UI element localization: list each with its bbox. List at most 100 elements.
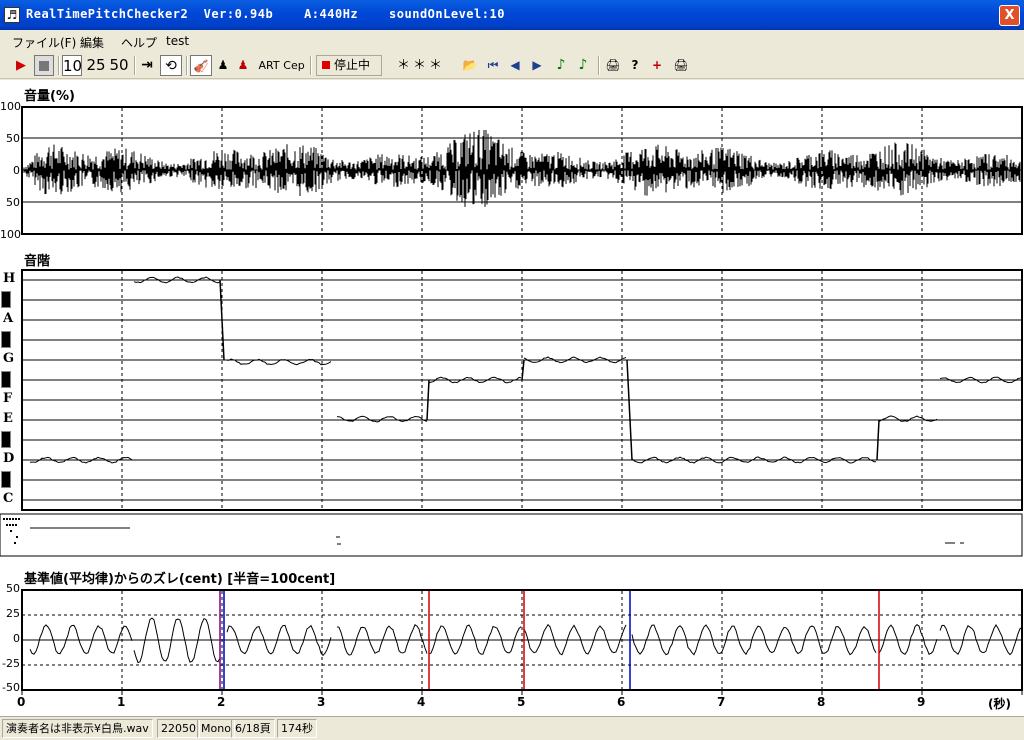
indicator-dot xyxy=(15,518,17,520)
x-tick-label: 8 xyxy=(817,695,826,709)
marker-icon[interactable]: + xyxy=(648,55,666,76)
volume-ylabel: 0 xyxy=(13,164,20,177)
cent-ylabel: 50 xyxy=(6,582,20,595)
indicator-dot xyxy=(12,518,14,520)
app-logo-icon: ♬ xyxy=(4,7,20,23)
note-label: D xyxy=(3,451,15,466)
note-alt-icon[interactable]: ♪ xyxy=(574,55,592,76)
x-tick-label: 0 xyxy=(17,695,26,709)
volume-ylabel: 100 xyxy=(0,228,21,241)
status-samplerate: 22050 xyxy=(157,719,200,738)
toolbar-separator xyxy=(58,56,60,75)
title-bar: ♬ RealTimePitchChecker2 Ver:0.94b A:440H… xyxy=(0,0,1024,30)
note-label: F xyxy=(3,391,13,406)
x-tick-label: 9 xyxy=(917,695,926,709)
art-button[interactable]: ART xyxy=(258,55,280,76)
zoom-50-button[interactable]: 50 xyxy=(108,55,130,76)
status-bar: 演奏者名は非表示¥白鳥.wav 22050 Mono 6/18頁 174秒 xyxy=(0,716,1024,740)
step-forward-icon[interactable]: ▶ xyxy=(528,55,546,76)
main-area: 音量(%) 100 50 0 50 100 音階 H A G F E D C 基… xyxy=(0,80,1024,716)
note-readout: ＊＊＊ xyxy=(396,58,445,73)
indicator-strip xyxy=(0,513,1023,557)
menu-help[interactable]: ヘルプ xyxy=(121,34,157,51)
stop-icon[interactable] xyxy=(34,55,54,76)
record-stop-icon xyxy=(322,61,330,69)
menu-bar: ファイル(F) 編集 ヘルプ test xyxy=(0,30,1024,52)
toolbar-separator xyxy=(134,56,136,75)
note-icon[interactable]: ♪ xyxy=(552,55,570,76)
black-key xyxy=(1,471,11,488)
print-preview-icon[interactable]: 🖨 xyxy=(672,55,690,76)
indicator-dot xyxy=(6,518,8,520)
indicator-dot xyxy=(16,536,18,538)
toolbar-separator xyxy=(598,56,600,75)
status-page: 6/18頁 xyxy=(231,719,275,738)
status-display: 停止中 xyxy=(316,55,382,76)
step-back-icon[interactable]: ◀ xyxy=(506,55,524,76)
help-icon[interactable]: ? xyxy=(626,55,644,76)
window-title: RealTimePitchChecker2 Ver:0.94b A:440Hz … xyxy=(26,7,505,21)
player-icon[interactable]: ♟ xyxy=(214,55,232,76)
app-window: ♬ RealTimePitchChecker2 Ver:0.94b A:440H… xyxy=(0,0,1024,740)
indicator-dot xyxy=(9,518,11,520)
cent-ylabel: 0 xyxy=(13,632,20,645)
note-label: A xyxy=(3,311,14,326)
note-label: E xyxy=(3,411,13,426)
volume-ylabel: 50 xyxy=(6,196,20,209)
volume-title: 音量(%) xyxy=(24,89,75,104)
close-button[interactable]: X xyxy=(999,5,1020,26)
black-key xyxy=(1,331,11,348)
play-icon[interactable]: ▶ xyxy=(12,55,30,76)
scale-plot-frame xyxy=(21,269,1023,511)
note-label: G xyxy=(3,351,15,366)
note-label: C xyxy=(3,491,14,506)
player-red-icon[interactable]: ♟ xyxy=(234,55,252,76)
x-tick-label: 3 xyxy=(317,695,326,709)
indicator-dot xyxy=(9,524,11,526)
violin-icon[interactable]: 🎻 xyxy=(190,55,212,76)
black-key xyxy=(1,431,11,448)
cent-ylabel: 25 xyxy=(6,607,20,620)
indicator-dot xyxy=(14,542,16,544)
menu-test[interactable]: test xyxy=(166,34,189,48)
zoom-25-button[interactable]: 25 xyxy=(85,55,107,76)
toolbar-separator xyxy=(310,56,312,75)
cent-ylabel: -50 xyxy=(2,681,20,694)
cent-ylabel: -25 xyxy=(2,657,20,670)
status-text: 停止中 xyxy=(334,58,371,72)
indicator-dot xyxy=(12,524,14,526)
black-key xyxy=(1,291,11,308)
volume-ylabel: 100 xyxy=(0,100,21,113)
loop-icon[interactable]: ⟲ xyxy=(160,55,182,76)
x-tick-label: 7 xyxy=(717,695,726,709)
toolbar: ▶ 10 25 50 ⇥ ⟲ 🎻 ♟ ♟ ART Cep 停止中 ＊＊＊ 📂 ⏮… xyxy=(0,52,1024,79)
toolbar-separator xyxy=(186,56,188,75)
cep-button[interactable]: Cep xyxy=(283,55,305,76)
indicator-dot xyxy=(6,524,8,526)
volume-ylabel: 50 xyxy=(6,132,20,145)
scale-title: 音階 xyxy=(24,254,51,269)
status-filename: 演奏者名は非表示¥白鳥.wav xyxy=(2,719,153,738)
open-folder-icon[interactable]: 📂 xyxy=(460,55,480,76)
menu-file[interactable]: ファイル(F) xyxy=(12,34,76,51)
jump-end-icon[interactable]: ⇥ xyxy=(138,55,156,76)
deviation-title: 基準値(平均律)からのズレ(cent) [半音=100cent] xyxy=(24,572,336,587)
indicator-dot xyxy=(18,518,20,520)
indicator-dot xyxy=(3,518,5,520)
x-tick-label: 4 xyxy=(417,695,426,709)
x-tick-label: 1 xyxy=(117,695,126,709)
note-label: H xyxy=(3,271,16,286)
black-key xyxy=(1,371,11,388)
x-tick-label: 2 xyxy=(217,695,226,709)
indicator-dot xyxy=(10,530,12,532)
x-tick-label: 5 xyxy=(517,695,526,709)
zoom-10-button[interactable]: 10 xyxy=(62,55,82,76)
status-duration: 174秒 xyxy=(277,719,317,738)
indicator-dot xyxy=(15,524,17,526)
plots-canvas xyxy=(0,106,1023,695)
status-channels: Mono xyxy=(197,719,235,738)
menu-edit[interactable]: 編集 xyxy=(80,34,104,51)
skip-start-icon[interactable]: ⏮ xyxy=(484,55,502,76)
print-icon[interactable]: 🖨 xyxy=(604,55,622,76)
x-tick-label: 6 xyxy=(617,695,626,709)
